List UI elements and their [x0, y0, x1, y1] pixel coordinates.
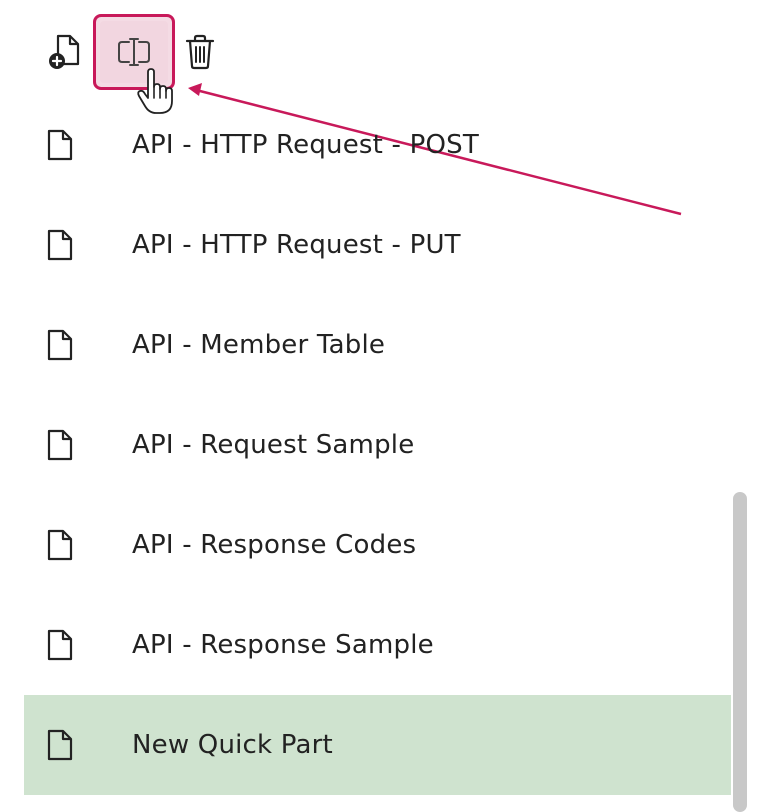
list-item[interactable]: API - HTTP Request - PUT	[24, 195, 731, 295]
list-item-label: API - Response Sample	[132, 630, 434, 660]
list-item-label: API - Member Table	[132, 330, 386, 360]
list-item[interactable]: API - Member Table	[24, 295, 731, 395]
list-item-selected[interactable]: New Quick Part	[24, 695, 731, 795]
list-item-label: API - Response Codes	[132, 530, 417, 560]
document-icon	[47, 329, 73, 361]
list-item[interactable]: API - Response Codes	[24, 495, 731, 595]
list-item-label: API - Request Sample	[132, 430, 415, 460]
document-icon	[47, 629, 73, 661]
list-item[interactable]: API - HTTP Request - POST	[24, 95, 731, 195]
document-icon	[47, 429, 73, 461]
list-item-label: New Quick Part	[132, 730, 333, 760]
list-item[interactable]: API - Response Sample	[24, 595, 731, 695]
rename-text-cursor-icon	[118, 38, 150, 66]
trash-icon	[185, 34, 215, 70]
new-document-icon	[49, 34, 80, 69]
scrollbar[interactable]	[731, 490, 749, 812]
document-icon	[47, 529, 73, 561]
scrollbar-thumb[interactable]	[733, 492, 747, 812]
document-icon	[47, 729, 73, 761]
new-quick-part-button[interactable]	[44, 32, 84, 72]
toolbar	[0, 0, 769, 114]
document-icon	[47, 229, 73, 261]
quick-parts-list: API - HTTP Request - POST API - HTTP Req…	[24, 95, 731, 795]
list-item[interactable]: API - Request Sample	[24, 395, 731, 495]
list-item-label: API - HTTP Request - POST	[132, 130, 479, 160]
delete-button[interactable]	[180, 32, 220, 72]
list-item-label: API - HTTP Request - PUT	[132, 230, 461, 260]
document-icon	[47, 129, 73, 161]
